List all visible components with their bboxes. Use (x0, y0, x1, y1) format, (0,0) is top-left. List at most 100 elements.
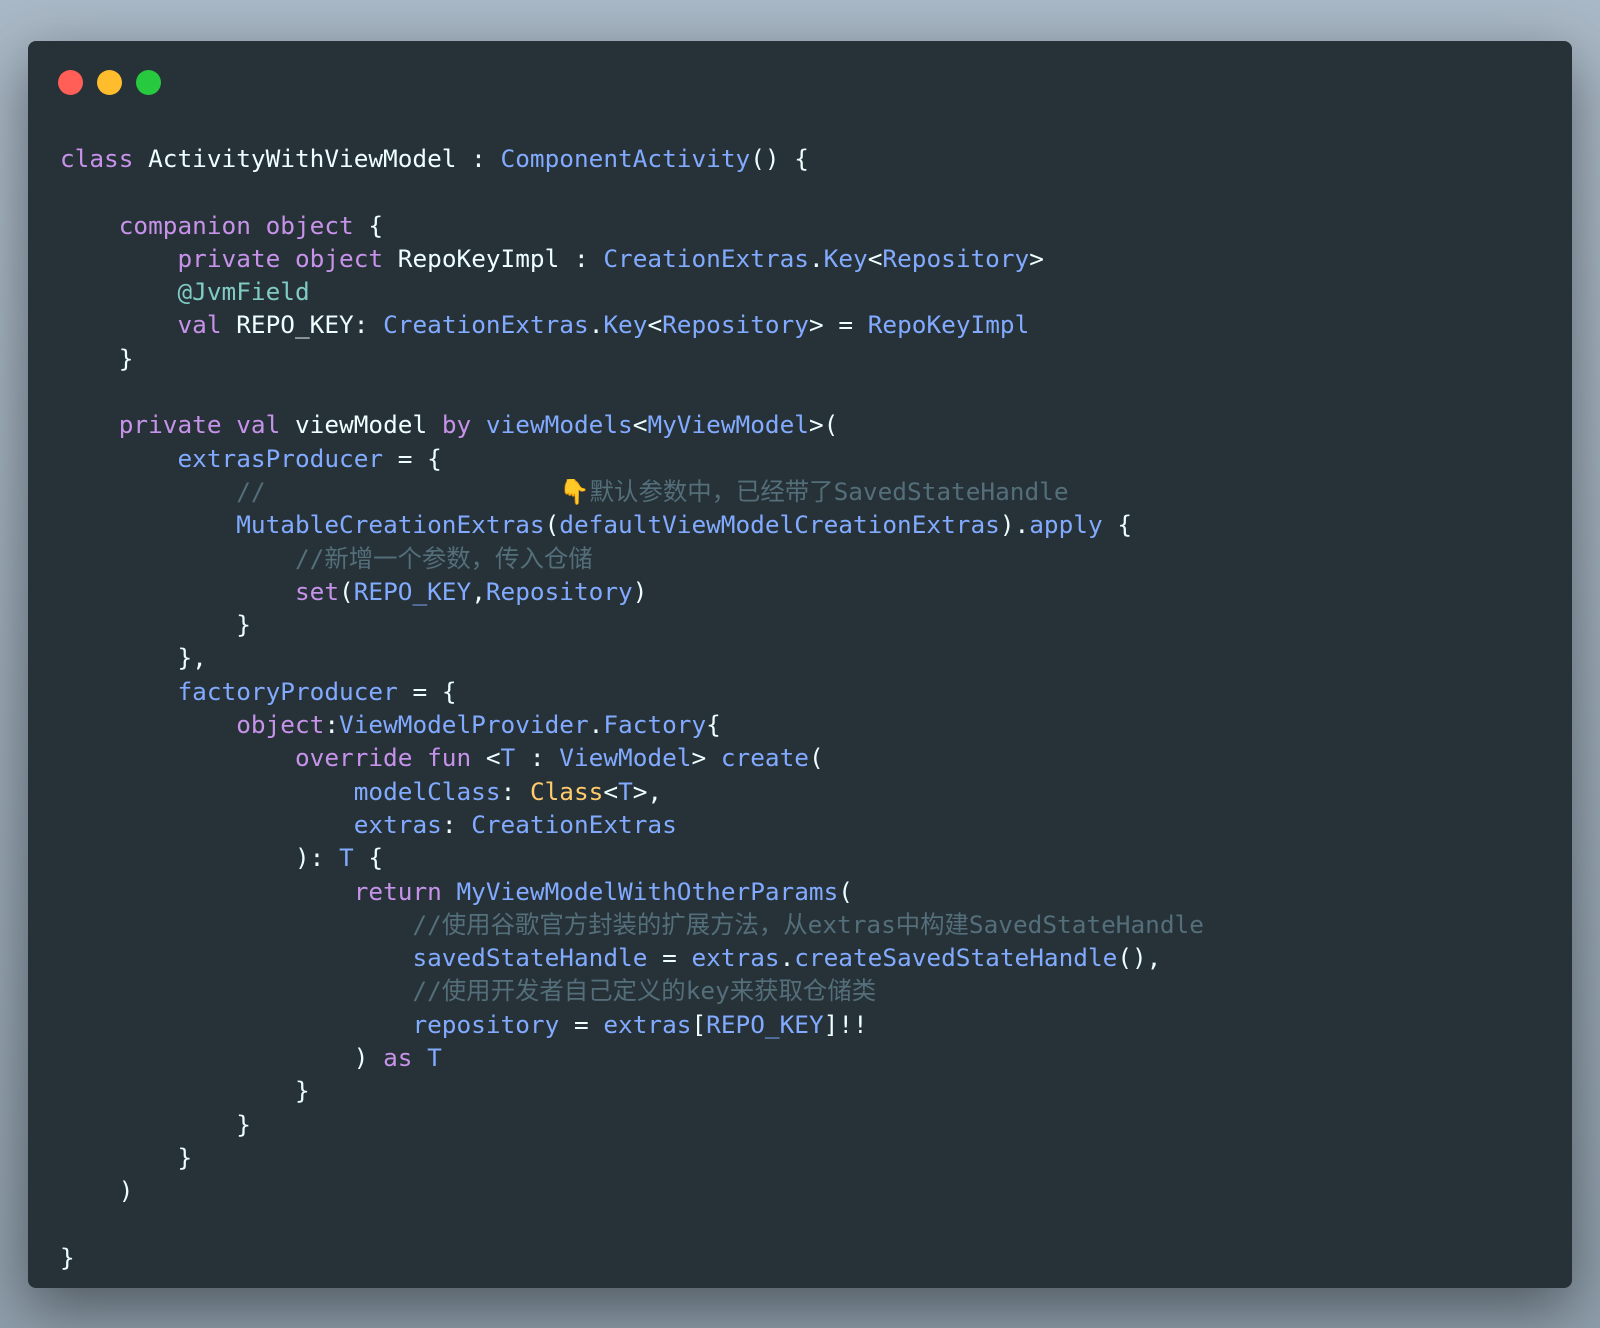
code-token: Repository (485, 576, 633, 606)
code-token: 👇 (559, 476, 590, 506)
code-token: Key (823, 243, 868, 273)
code-token: val (177, 310, 237, 340)
code-token: MutableCreationExtras (236, 510, 545, 540)
code-token: as (383, 1043, 428, 1073)
code-line: return MyViewModelWithOtherParams( (60, 875, 1204, 908)
close-button[interactable] (58, 70, 83, 95)
code-token: }, (60, 643, 207, 673)
code-token: ViewModelProvider (339, 710, 589, 740)
code-line: //使用谷歌官方封装的扩展方法，从extras中构建SavedStateHand… (60, 908, 1204, 941)
code-line: val REPO_KEY: CreationExtras.Key<Reposit… (60, 308, 1204, 341)
code-line: } (60, 608, 1204, 641)
code-token: MyViewModel (647, 410, 809, 440)
minimize-button[interactable] (97, 70, 122, 95)
code-line: } (60, 1074, 1204, 1107)
code-token: < (867, 243, 883, 273)
code-token: T (500, 743, 516, 773)
code-token: apply (1029, 510, 1103, 540)
maximize-button[interactable] (136, 70, 161, 95)
code-token: override fun (294, 743, 486, 773)
code-token: Repository (662, 310, 809, 340)
code-token: createSavedStateHandle (794, 943, 1118, 973)
code-token: Factory (603, 710, 707, 740)
code-token: CreationExtras (471, 809, 677, 839)
code-token: ( (808, 743, 824, 773)
code-token: private object (177, 243, 398, 273)
code-token: RepoKeyImpl (867, 310, 1030, 340)
code-token: { (1102, 510, 1133, 540)
code-token: extras (603, 1009, 692, 1039)
code-token: = { (397, 676, 457, 706)
code-token: > (1029, 243, 1044, 273)
code-comment: //使用谷歌官方封装的扩展方法，从extras中构建SavedStateHand… (60, 909, 1204, 939)
code-token: . (808, 243, 824, 273)
code-token: ) (60, 1176, 134, 1206)
code-token: ): (60, 843, 340, 873)
code-token: : (441, 809, 472, 839)
code-token: object (236, 710, 325, 740)
code-line: ): T { (60, 841, 1204, 874)
code-token: (), (1117, 943, 1162, 973)
code-token: Repository (882, 243, 1030, 273)
window-controls (58, 70, 161, 95)
code-token: > (691, 743, 721, 773)
code-token: return (353, 876, 457, 906)
code-comment: //使用开发者自己定义的key来获取仓储类 (60, 976, 877, 1006)
code-line: //新增一个参数，传入仓储 (60, 542, 1204, 575)
code-token: ( (544, 510, 560, 540)
code-line: MutableCreationExtras(defaultViewModelCr… (60, 508, 1204, 541)
code-token: extras (353, 809, 442, 839)
code-comment: 默认参数中，已经带了SavedStateHandle (589, 476, 1069, 506)
code-token: : (515, 743, 560, 773)
code-token: RepoKeyImpl : (397, 243, 604, 273)
code-token: T (339, 843, 354, 873)
code-token: ViewModel (559, 743, 692, 773)
code-token: = (559, 1009, 604, 1039)
code-line: } (60, 342, 1204, 375)
code-token: modelClass (353, 776, 501, 806)
code-line: repository = extras[REPO_KEY]!! (60, 1008, 1204, 1041)
code-token: = { (383, 443, 442, 473)
code-token: viewModel (294, 410, 442, 440)
code-line: @JvmField (60, 275, 1204, 308)
code-token: ) (632, 576, 648, 606)
code-line: companion object { (60, 209, 1204, 242)
code-token: MyViewModelWithOtherParams (456, 876, 839, 906)
code-token: [ (691, 1009, 707, 1039)
code-token: ActivityWithViewModel : (148, 144, 501, 173)
code-token: } (60, 1109, 251, 1139)
code-token: T (427, 1043, 442, 1073)
code-token: ( (838, 876, 853, 906)
code-token: ComponentActivity (500, 144, 751, 173)
code-line: savedStateHandle = extras.createSavedSta… (60, 941, 1204, 974)
code-token: { (353, 843, 384, 873)
code-line: object:ViewModelProvider.Factory{ (60, 708, 1204, 741)
code-line: class ActivityWithViewModel : ComponentA… (60, 142, 1204, 175)
code-token: Class (529, 776, 604, 806)
code-token: @JvmField (177, 277, 310, 307)
code-token: set (294, 576, 340, 606)
code-token: repository (412, 1009, 560, 1039)
code-token: = (647, 943, 692, 973)
code-token: ]!! (823, 1009, 868, 1039)
code-block: class ActivityWithViewModel : ComponentA… (60, 142, 1204, 1274)
code-token: ). (999, 510, 1030, 540)
code-token: Key (603, 310, 648, 340)
code-token: extras (691, 943, 780, 973)
code-token: private val (118, 410, 295, 440)
code-token: factoryProducer (177, 676, 398, 706)
code-token: , (471, 576, 486, 606)
code-token: ( (339, 576, 354, 606)
code-token: CreationExtras (603, 243, 809, 273)
code-line: override fun <T : ViewModel> create( (60, 741, 1204, 774)
code-line: extras: CreationExtras (60, 808, 1204, 841)
code-token: } (60, 1076, 310, 1106)
